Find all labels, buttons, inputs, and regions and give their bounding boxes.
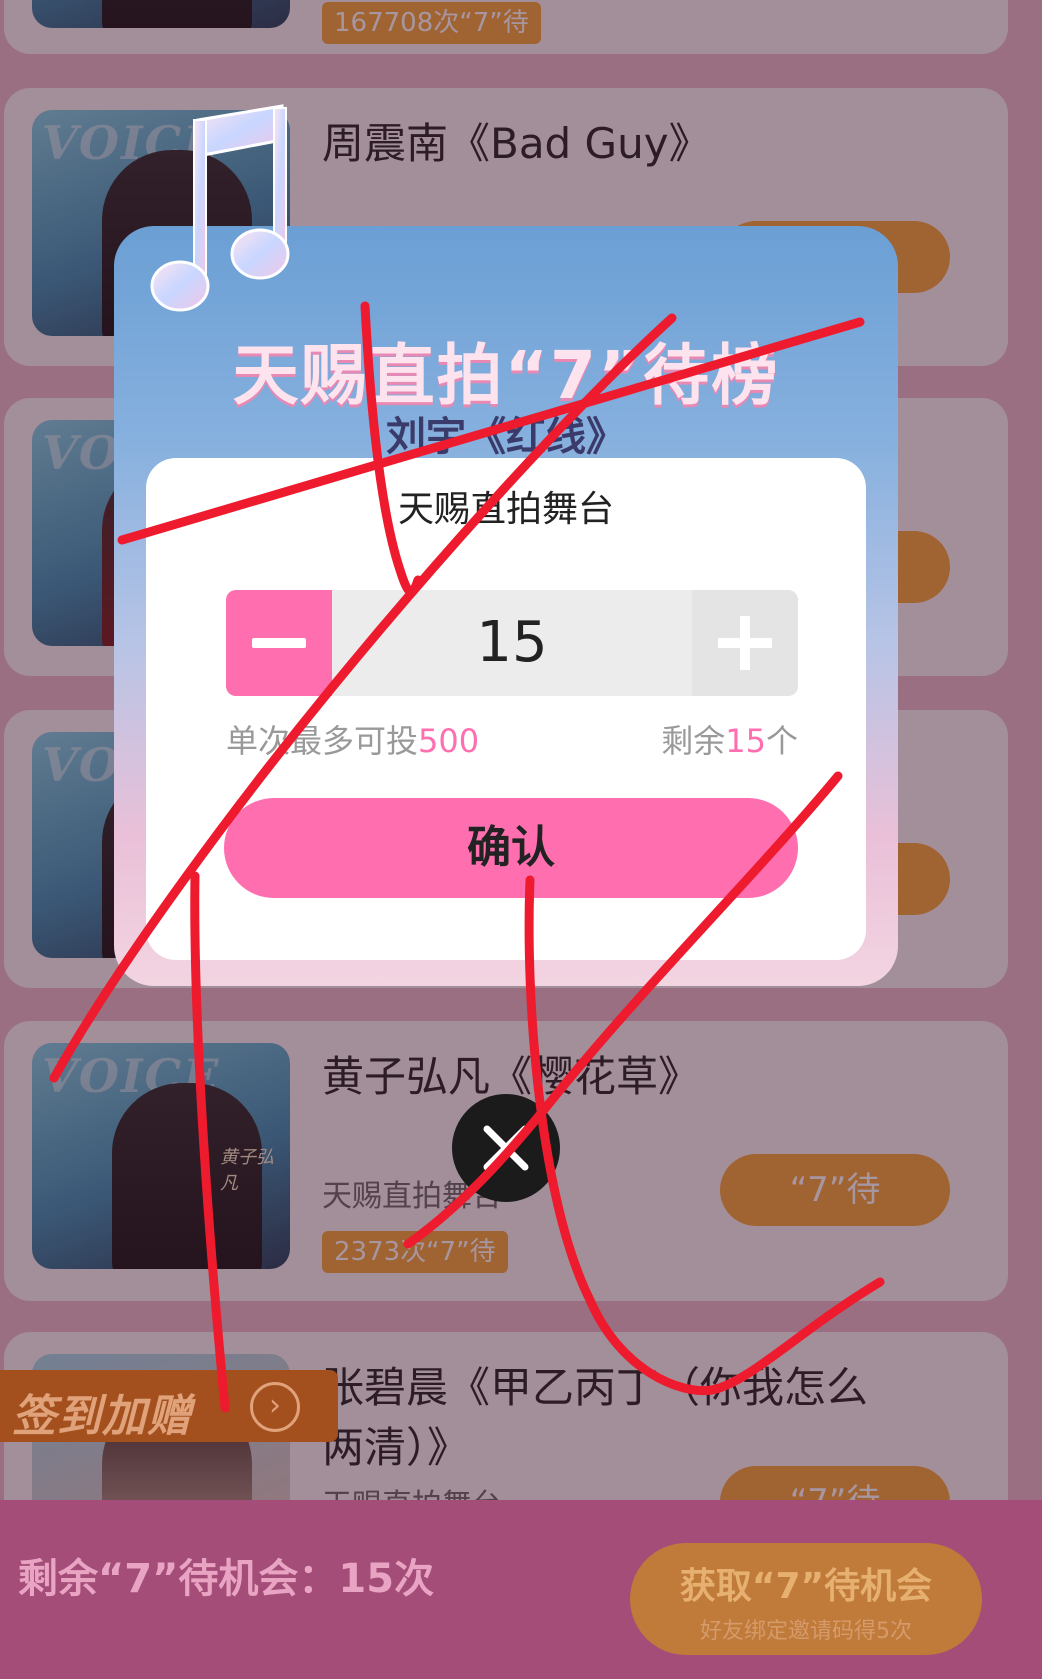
remaining-hint: 剩余15个 <box>661 722 798 760</box>
close-dialog-button[interactable] <box>452 1094 560 1202</box>
signin-bonus-banner[interactable]: 签到加赠 › <box>0 1370 338 1442</box>
dialog-panel: 天赐直拍舞台 15 单次最多可投500 剩余15个 确认 <box>146 458 866 960</box>
decrement-button[interactable] <box>226 590 332 696</box>
minus-icon <box>252 638 306 648</box>
music-note-icon <box>150 104 290 312</box>
vote-dialog: 天赐直拍“7”待榜 刘宇《红线》 天赐直拍舞台 15 单次最多可投500 剩余1… <box>114 226 898 986</box>
get-chances-button[interactable]: 获取“7”待机会 好友绑定邀请码得5次 <box>630 1543 982 1655</box>
remaining-chances-text: 剩余“7”待机会：15次 <box>18 1556 435 1602</box>
confirm-button[interactable]: 确认 <box>224 798 798 898</box>
signin-bonus-label: 签到加赠 <box>12 1392 192 1441</box>
stage-name: 天赐直拍舞台 <box>397 489 614 530</box>
increment-button[interactable] <box>692 590 798 696</box>
quantity-value[interactable]: 15 <box>332 590 692 696</box>
dialog-subtitle: 刘宇《红线》 <box>386 414 626 460</box>
max-per-vote-hint: 单次最多可投500 <box>226 722 480 760</box>
chevron-right-circle-icon: › <box>250 1382 300 1432</box>
close-icon <box>483 1125 529 1171</box>
quantity-stepper[interactable]: 15 <box>226 590 798 696</box>
